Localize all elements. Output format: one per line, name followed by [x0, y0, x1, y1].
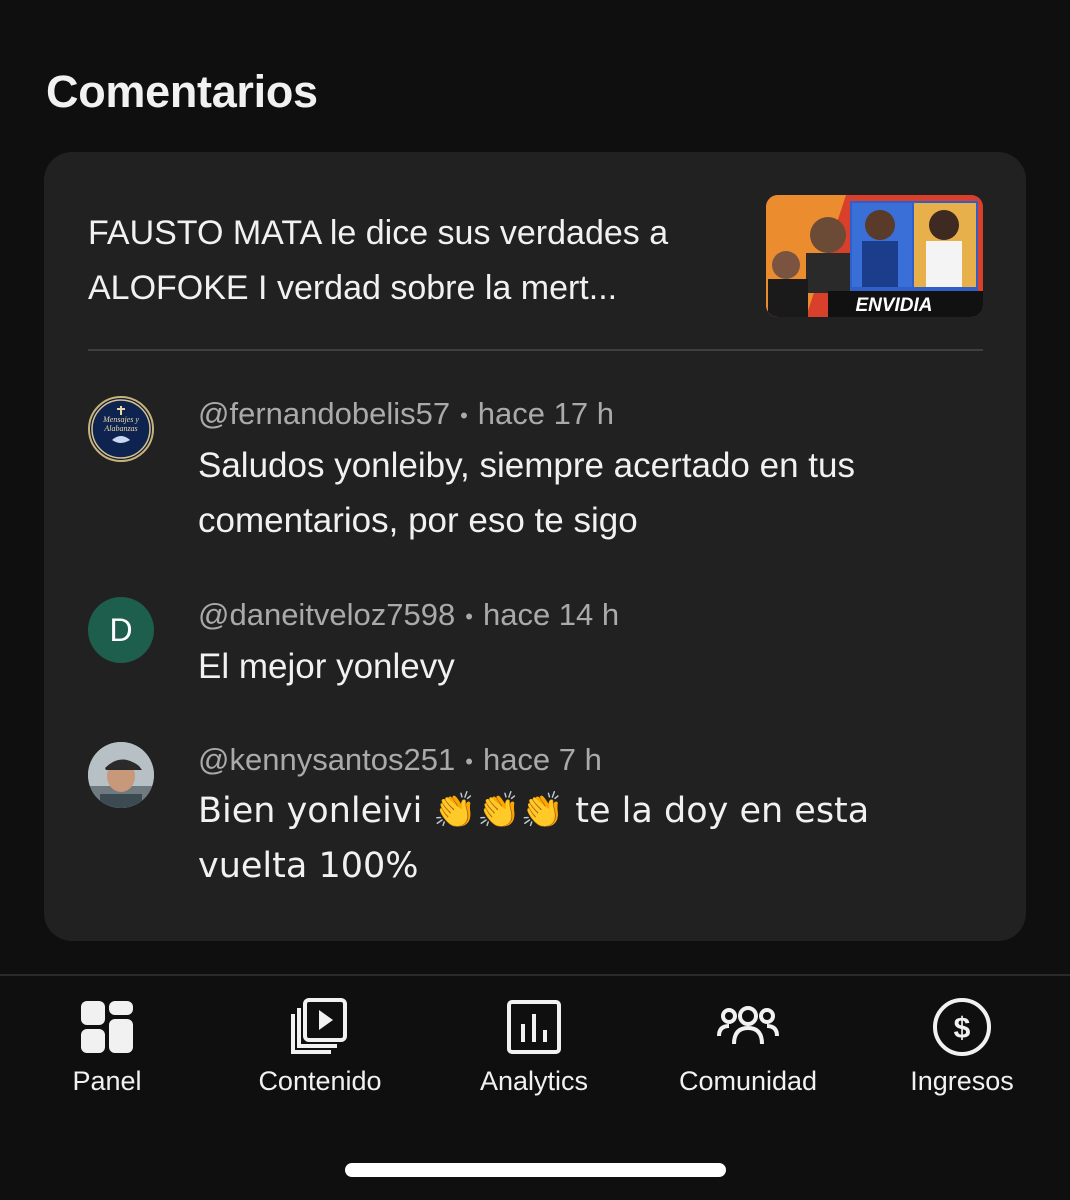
home-indicator[interactable] — [345, 1163, 726, 1177]
nav-item-comunidad[interactable]: Comunidad — [648, 994, 848, 1097]
avatar[interactable]: Mensajes y Alabanzas — [88, 396, 154, 462]
comment-text: Bien yonleivi 👏👏👏 te la doy en esta vuel… — [198, 791, 870, 886]
nav-label: Comunidad — [678, 1066, 818, 1096]
nav-item-ingresos[interactable]: $ Ingresos — [862, 994, 1062, 1097]
comment-text: El mejor yonlevy — [198, 647, 455, 686]
comment-handle[interactable]: @fernandobelis57 — [198, 396, 450, 431]
thumbnail-caption: ENVIDIA — [855, 295, 932, 316]
analytics-icon — [507, 1000, 561, 1054]
comment-handle[interactable]: @daneitveloz7598 — [198, 597, 455, 632]
comment-time: hace 14 h — [482, 597, 620, 632]
comment-meta: @daneitveloz7598 • hace 14 h — [198, 597, 619, 633]
section-title: Comentarios — [46, 66, 318, 117]
nav-item-contenido[interactable]: Contenido — [220, 994, 420, 1097]
dashboard-icon — [81, 1001, 133, 1053]
comments-card: FAUSTO MATA le dice sus verdades a ALOFO… — [44, 152, 1026, 941]
earnings-icon: $ — [933, 998, 991, 1056]
video-title[interactable]: FAUSTO MATA le dice sus verdades a ALOFO… — [88, 206, 738, 316]
comment-time: hace 17 h — [477, 396, 614, 431]
comment-meta: @kennysantos251 • hace 7 h — [198, 742, 602, 778]
comment-text: Saludos yonleiby, siempre acertado en tu… — [198, 446, 855, 540]
avatar[interactable]: D — [88, 597, 154, 663]
avatar-letter: D — [109, 611, 133, 648]
avatar[interactable] — [88, 742, 154, 808]
nav-item-analytics[interactable]: Analytics — [434, 994, 634, 1097]
separator-dot: • — [465, 603, 473, 629]
separator-dot: • — [460, 402, 468, 428]
community-icon — [717, 1006, 779, 1045]
nav-label: Ingresos — [910, 1066, 1014, 1096]
comment-meta: @fernandobelis57 • hace 17 h — [198, 396, 614, 432]
svg-text:$: $ — [954, 1012, 971, 1045]
video-thumbnail[interactable]: ENVIDIA — [766, 195, 983, 317]
nav-label: Panel — [72, 1066, 142, 1096]
content-icon — [291, 998, 347, 1054]
nav-label: Contenido — [258, 1066, 382, 1096]
nav-label: Analytics — [479, 1066, 589, 1096]
comment-time: hace 7 h — [482, 742, 602, 777]
nav-item-panel[interactable]: Panel — [7, 994, 207, 1097]
comment-handle[interactable]: @kennysantos251 — [198, 742, 455, 777]
svg-text:Alabanzas: Alabanzas — [103, 424, 137, 433]
separator-dot: • — [465, 748, 473, 774]
divider — [88, 349, 983, 351]
svg-text:Mensajes y: Mensajes y — [102, 415, 139, 424]
